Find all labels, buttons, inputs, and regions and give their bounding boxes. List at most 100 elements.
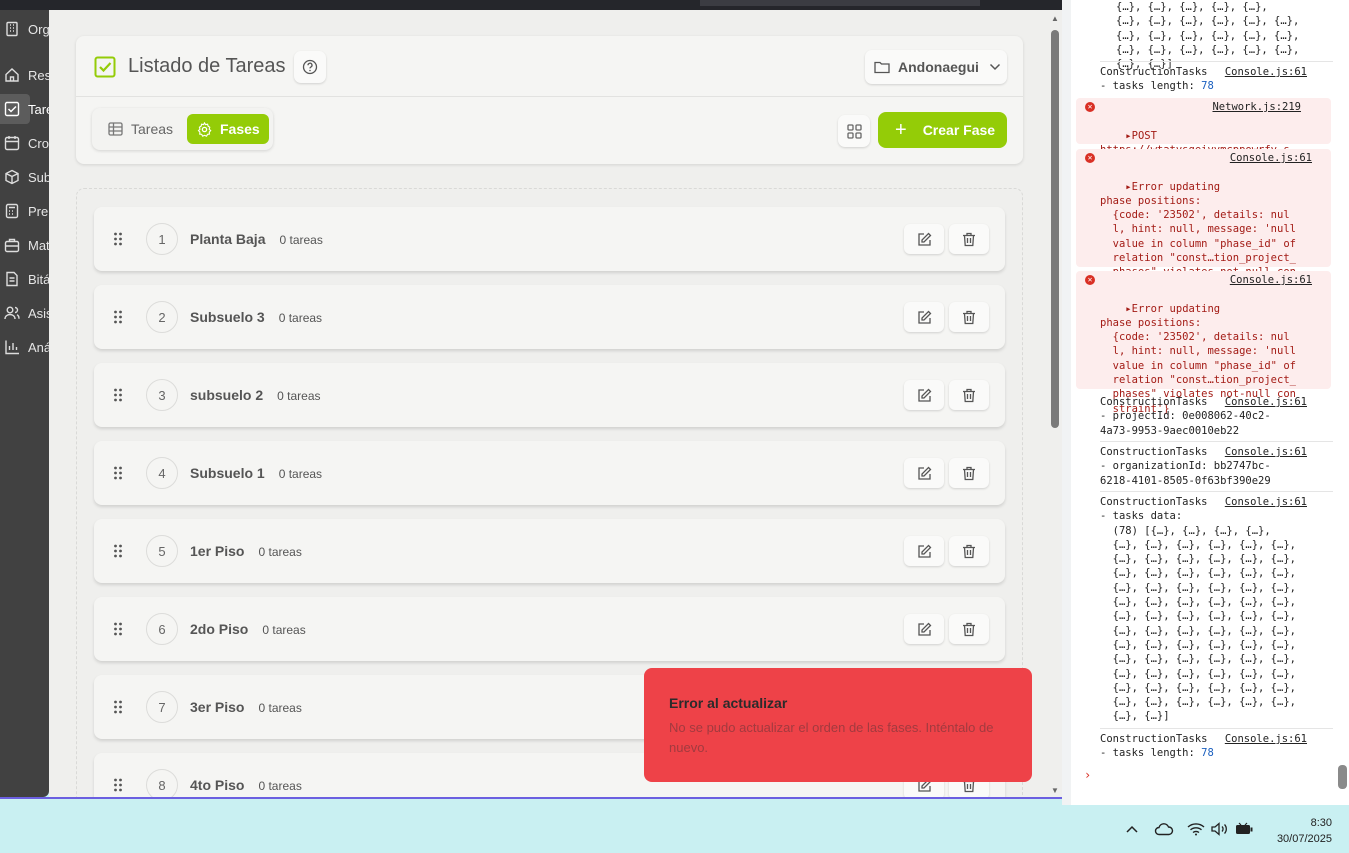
scroll-up-icon[interactable]: ▲ — [1051, 14, 1059, 23]
console-divider — [1100, 61, 1333, 62]
phase-row[interactable]: 4 Subsuelo 1 0 tareas — [94, 441, 1005, 505]
create-phase-button[interactable]: + Crear Fase — [878, 112, 1007, 148]
delete-button[interactable] — [949, 224, 989, 254]
trash-icon — [963, 388, 975, 402]
tab-fases[interactable]: Fases — [187, 114, 269, 144]
error-icon: ✕ — [1085, 102, 1095, 112]
phase-number: 1 — [146, 223, 178, 255]
phase-row[interactable]: 3 subsuelo 2 0 tareas — [94, 363, 1005, 427]
tab-label: Fases — [220, 121, 260, 137]
edit-button[interactable] — [904, 380, 944, 410]
console-source-link[interactable]: Console.js:61 — [1225, 732, 1307, 746]
grid-icon — [846, 123, 862, 139]
console-source-link[interactable]: Network.js:219 — [1212, 100, 1301, 114]
edit-button[interactable] — [904, 224, 944, 254]
drag-handle-icon[interactable] — [113, 777, 123, 793]
sidebar-item-bitacora[interactable]: Bitá — [0, 264, 49, 294]
phase-number: 5 — [146, 535, 178, 567]
error-toast[interactable]: Error al actualizar No se pudo actualiza… — [644, 668, 1032, 782]
error-icon: ✕ — [1085, 153, 1095, 163]
help-button[interactable] — [294, 51, 326, 83]
sidebar-item-label: Pre — [28, 203, 49, 219]
phase-row[interactable]: 6 2do Piso 0 tareas — [94, 597, 1005, 661]
drag-handle-icon[interactable] — [113, 699, 123, 715]
tab-highlight — [700, 0, 980, 6]
sidebar-item-org[interactable]: Org — [0, 14, 49, 44]
console-source-link[interactable]: Console.js:61 — [1225, 65, 1307, 79]
home-icon — [5, 68, 19, 82]
console-error: ✕ ▸Error updating phase positions: {code… — [1076, 149, 1331, 293]
phase-name-text: 2do Piso — [190, 621, 249, 637]
scrollbar-thumb[interactable] — [1051, 30, 1059, 428]
page-scrollbar[interactable]: ▲ ▼ — [1048, 10, 1062, 797]
sidebar-item-asistencia[interactable]: Asis — [0, 298, 49, 328]
edit-button[interactable] — [904, 458, 944, 488]
console-text: ConstructionTasks - tasks length: — [1100, 733, 1208, 760]
drag-handle-icon[interactable] — [113, 465, 123, 481]
cloud-icon[interactable] — [1154, 822, 1174, 836]
phase-row[interactable]: 1 Planta Baja 0 tareas — [94, 207, 1005, 271]
console-error: ✕ ▸POST https://wtatvsgeivymcppowrfy.s… … — [1076, 98, 1331, 170]
edit-button[interactable] — [904, 614, 944, 644]
console-divider — [1100, 728, 1333, 729]
sidebar-item-label: Cro — [28, 135, 49, 151]
tab-tareas[interactable]: Tareas — [98, 114, 186, 144]
phase-number: 2 — [146, 301, 178, 333]
console-source-link[interactable]: Console.js:61 — [1225, 395, 1307, 409]
console-prompt[interactable]: › — [1084, 768, 1091, 782]
sidebar: Org Res Tare Cro Sub Pre Mat Bitá Asis A… — [0, 10, 49, 797]
sidebar-item-analisis[interactable]: Aná — [0, 332, 49, 362]
sidebar-item-label: Mat — [28, 237, 49, 253]
project-selector[interactable]: Andonaegui — [865, 50, 1007, 84]
console-text: ConstructionTasks - tasks data: (78) [{…… — [1100, 496, 1296, 723]
console-source-link[interactable]: Console.js:61 — [1225, 445, 1307, 459]
phase-name: Planta Baja 0 tareas — [190, 231, 323, 247]
console-source-link[interactable]: Console.js:61 — [1230, 151, 1312, 165]
sidebar-item-tareas[interactable]: Tare — [0, 94, 49, 124]
sidebar-item-subcontratos[interactable]: Sub — [0, 162, 49, 192]
sidebar-item-resumen[interactable]: Res — [0, 60, 49, 90]
drag-handle-icon[interactable] — [113, 387, 123, 403]
console-source-link[interactable]: Console.js:61 — [1225, 495, 1307, 509]
drag-handle-icon[interactable] — [113, 309, 123, 325]
devtools-scrollbar-thumb[interactable] — [1338, 765, 1347, 789]
phase-task-count: 0 tareas — [262, 623, 306, 637]
trash-icon — [963, 544, 975, 558]
phase-number: 7 — [146, 691, 178, 723]
drag-handle-icon[interactable] — [113, 231, 123, 247]
calendar-icon — [4, 136, 20, 151]
plus-icon: + — [895, 118, 907, 141]
phase-task-count: 0 tareas — [279, 233, 323, 247]
phase-row[interactable]: 5 1er Piso 0 tareas — [94, 519, 1005, 583]
trash-icon — [963, 622, 975, 636]
edit-icon — [917, 232, 931, 246]
delete-button[interactable] — [949, 380, 989, 410]
volume-icon[interactable] — [1211, 822, 1229, 836]
box-icon — [5, 169, 19, 185]
taskbar-clock[interactable]: 8:30 30/07/2025 — [1262, 815, 1332, 847]
sidebar-item-cronograma[interactable]: Cro — [0, 128, 49, 158]
drag-handle-icon[interactable] — [113, 621, 123, 637]
drag-handle-icon[interactable] — [113, 543, 123, 559]
edit-icon — [917, 544, 931, 558]
devtools-splitter[interactable] — [1062, 0, 1071, 805]
error-icon: ✕ — [1085, 275, 1095, 285]
edit-button[interactable] — [904, 302, 944, 332]
edit-button[interactable] — [904, 536, 944, 566]
phase-row[interactable]: 2 Subsuelo 3 0 tareas — [94, 285, 1005, 349]
delete-button[interactable] — [949, 302, 989, 332]
console-message: ConstructionTasks - tasks length: 78 Cons… — [1071, 732, 1333, 761]
delete-button[interactable] — [949, 614, 989, 644]
wifi-icon[interactable] — [1187, 822, 1205, 836]
delete-button[interactable] — [949, 536, 989, 566]
scroll-down-icon[interactable]: ▼ — [1051, 786, 1059, 795]
table-icon — [108, 122, 123, 136]
devtools-console: {…}, {…}, {…}, {…}, {…}, {…}, {…}, {…}, … — [1071, 0, 1349, 805]
sidebar-item-materiales[interactable]: Mat — [0, 230, 49, 260]
delete-button[interactable] — [949, 458, 989, 488]
battery-icon[interactable] — [1235, 822, 1253, 836]
sidebar-item-presupuesto[interactable]: Pre — [0, 196, 49, 226]
chevron-up-icon[interactable] — [1126, 825, 1138, 833]
console-source-link[interactable]: Console.js:61 — [1230, 273, 1312, 287]
grid-view-button[interactable] — [838, 115, 870, 147]
